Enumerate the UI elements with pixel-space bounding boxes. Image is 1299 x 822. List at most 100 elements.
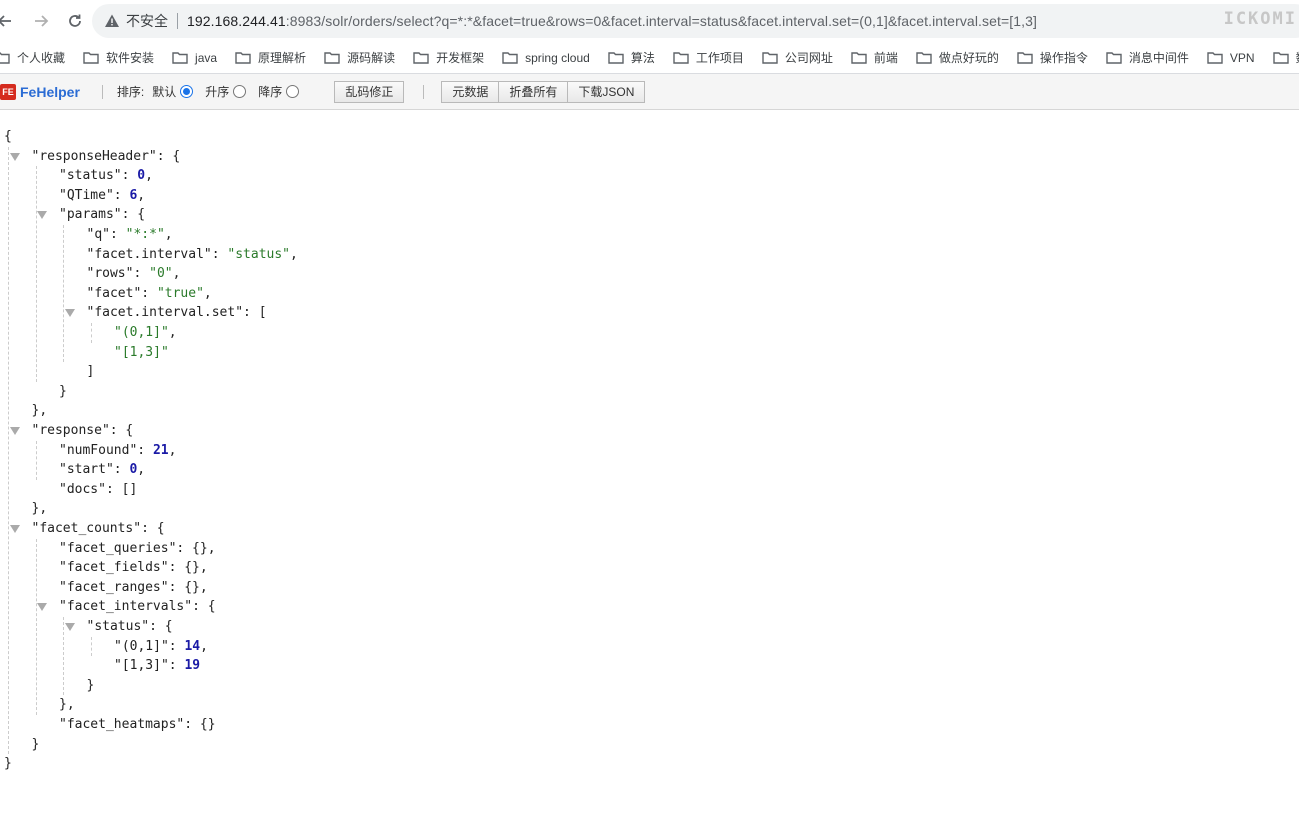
json-key: "[1,3]" — [114, 658, 169, 674]
json-line: "facet.interval": "status", — [87, 245, 298, 264]
metadata-button[interactable]: 元数据 — [441, 80, 500, 103]
bookmark-item[interactable]: 操作指令 — [1017, 49, 1088, 66]
json-line: "facet_fields": {}, — [59, 558, 208, 577]
collapse-toggle-icon[interactable] — [9, 152, 20, 161]
collapse-all-button[interactable]: 折叠所有 — [499, 80, 569, 103]
sort-radio-asc[interactable] — [233, 85, 247, 98]
json-punct: : — [113, 462, 130, 478]
bookmark-item[interactable]: 算法 — [608, 49, 655, 66]
json-string: "0" — [149, 266, 173, 282]
json-punct: , — [137, 187, 146, 203]
json-string: "status" — [227, 246, 291, 262]
action-button-group: 元数据 折叠所有 下载JSON — [441, 80, 646, 103]
json-line: }, — [32, 499, 48, 518]
json-line: } — [4, 754, 12, 773]
collapse-toggle-icon[interactable] — [37, 603, 47, 612]
json-key: "facet_intervals" — [59, 599, 193, 615]
json-line: ] — [87, 362, 95, 381]
folder-icon — [0, 52, 10, 64]
bookmark-item[interactable]: 数 — [1272, 49, 1299, 66]
bookmark-label: 工作项目 — [695, 51, 744, 65]
json-punct: : — [109, 227, 126, 242]
bookmark-item[interactable]: 公司网址 — [762, 49, 833, 66]
back-button[interactable] — [0, 6, 20, 36]
folder-icon — [1017, 52, 1033, 64]
json-punct: } — [4, 756, 12, 772]
folder-icon — [172, 52, 188, 64]
indent-guide — [35, 538, 37, 715]
collapse-toggle-icon[interactable] — [64, 309, 75, 318]
download-json-button[interactable]: 下载JSON — [568, 80, 646, 103]
json-line: "facet_heatmaps": {} — [59, 715, 216, 734]
collapse-toggle-icon[interactable] — [37, 211, 47, 220]
json-punct: , — [200, 638, 208, 654]
folder-icon — [1207, 52, 1223, 64]
fehelper-logo[interactable]: FE FeHelper — [0, 83, 80, 100]
json-punct: }, — [31, 403, 48, 419]
json-line: } — [32, 735, 40, 754]
url-bar[interactable]: 不安全 192.168.244.41 :8983/solr/orders/sel… — [92, 4, 1299, 38]
json-key: "facet_queries" — [59, 540, 177, 556]
sort-option-asc[interactable]: 升序 — [205, 83, 247, 100]
json-line: "facet": "true", — [87, 284, 212, 303]
json-line: "facet_counts": { — [32, 519, 165, 538]
sort-radio-default[interactable] — [180, 85, 194, 98]
sort-option-desc[interactable]: 降序 — [258, 83, 300, 100]
bookmark-item[interactable]: 前端 — [851, 49, 898, 66]
json-key: "facet.interval" — [86, 246, 212, 262]
json-punct: : — [133, 266, 150, 282]
json-punct: } — [86, 677, 95, 693]
json-punct: , — [168, 442, 177, 458]
sort-radio-desc[interactable] — [286, 85, 300, 98]
folder-icon — [83, 52, 99, 64]
collapse-toggle-icon[interactable] — [64, 623, 75, 631]
json-key: "facet_fields" — [59, 560, 169, 576]
bookmark-item[interactable]: spring cloud — [502, 51, 590, 65]
json-line: "facet_intervals": { — [59, 597, 216, 616]
json-punct: ] — [86, 364, 95, 380]
bookmark-label: 前端 — [873, 51, 898, 65]
bookmark-item[interactable]: 做点好玩的 — [916, 49, 999, 66]
bookmark-label: VPN — [1229, 50, 1255, 65]
brand-logo: ICKOMI — [1223, 9, 1297, 29]
bookmark-item[interactable]: 工作项目 — [673, 49, 744, 66]
folder-icon — [1106, 52, 1122, 64]
indent-guide — [35, 440, 37, 480]
fix-encoding-button[interactable]: 乱码修正 — [334, 80, 405, 103]
json-key: "facet.interval.set" — [86, 305, 244, 321]
json-punct: : {}, — [176, 540, 216, 556]
json-punct: , — [145, 168, 153, 184]
json-punct: : {}, — [168, 560, 208, 576]
bookmark-item[interactable]: VPN — [1207, 51, 1255, 65]
sort-option-default[interactable]: 默认 — [152, 83, 194, 100]
fehelper-badge-icon: FE — [0, 83, 16, 100]
bookmark-item[interactable]: 开发框架 — [413, 49, 484, 66]
json-punct: , — [290, 246, 298, 262]
bookmark-label: 源码解读 — [347, 51, 396, 65]
toolbar-divider — [423, 84, 425, 99]
reload-icon — [69, 14, 81, 27]
json-punct: }, — [31, 501, 48, 517]
bookmark-item[interactable]: 源码解读 — [324, 49, 395, 66]
collapse-toggle-icon[interactable] — [9, 525, 20, 533]
bookmark-item[interactable]: 原理解析 — [235, 49, 306, 66]
url-path: :8983/solr/orders/select?q=*:*&facet=tru… — [285, 13, 1038, 29]
json-key: "facet_heatmaps" — [59, 717, 185, 732]
json-line: "(0,1]": 14, — [114, 637, 208, 656]
address-bar: 不安全 192.168.244.41 :8983/solr/orders/sel… — [0, 0, 1299, 42]
json-punct: : [ — [243, 305, 267, 321]
json-number: 21 — [152, 442, 169, 458]
bookmark-label: 原理解析 — [258, 51, 307, 65]
collapse-toggle-icon[interactable] — [9, 427, 20, 435]
bookmark-item[interactable]: java — [172, 51, 217, 65]
bookmark-label: java — [195, 50, 218, 65]
bookmark-item[interactable]: 消息中间件 — [1106, 49, 1189, 66]
reload-button[interactable] — [60, 6, 90, 36]
bookmark-item[interactable]: 软件安装 — [83, 49, 154, 66]
json-key: "facet_ranges" — [59, 579, 169, 595]
json-key: "start" — [59, 462, 114, 478]
json-punct: : — [141, 285, 157, 301]
forward-button[interactable] — [26, 6, 56, 36]
json-line: "responseHeader": { — [32, 147, 181, 166]
bookmark-item[interactable]: 个人收藏 — [0, 49, 65, 66]
